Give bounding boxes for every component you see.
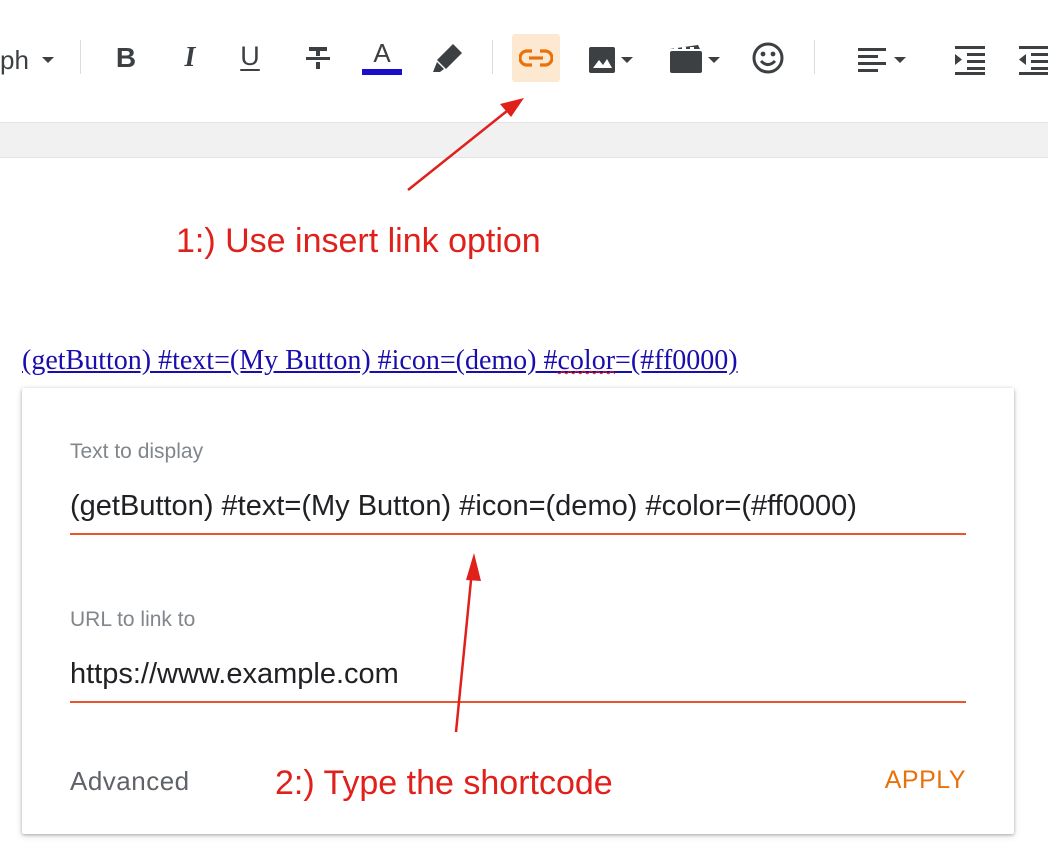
alignment-dropdown[interactable] bbox=[850, 38, 912, 82]
font-color-icon: A bbox=[373, 38, 391, 68]
font-color-button[interactable]: A bbox=[360, 34, 404, 80]
align-icon bbox=[858, 48, 886, 72]
italic-icon: I bbox=[184, 42, 196, 73]
highlight-button[interactable] bbox=[428, 36, 468, 80]
chevron-down-icon bbox=[894, 57, 906, 63]
toolbar-divider bbox=[80, 40, 81, 74]
advanced-button[interactable]: Advanced bbox=[70, 766, 190, 797]
apply-button[interactable]: APPLY bbox=[885, 766, 966, 795]
text-to-display-input[interactable]: (getButton) #text=(My Button) #icon=(dem… bbox=[70, 490, 966, 523]
url-label: URL to link to bbox=[70, 608, 196, 631]
outdent-button[interactable] bbox=[1014, 40, 1048, 80]
paragraph-format-dropdown[interactable]: ph bbox=[0, 38, 55, 82]
link-text-part2: =(#ff0000) bbox=[615, 345, 738, 376]
chevron-down-icon bbox=[708, 57, 720, 63]
insert-link-button[interactable] bbox=[512, 34, 560, 82]
editor-toolbar: ph B I U A bbox=[0, 0, 1048, 118]
strikethrough-icon bbox=[306, 47, 330, 69]
link-text-part1: (getButton) #text=(My Button) #icon=(dem… bbox=[22, 345, 558, 376]
text-to-display-label: Text to display bbox=[70, 440, 204, 463]
bold-icon: B bbox=[115, 42, 137, 73]
outdent-icon bbox=[1019, 46, 1048, 75]
chevron-down-icon bbox=[621, 57, 633, 63]
link-text-misspelled: color bbox=[557, 345, 616, 376]
toolbar-separator-band bbox=[0, 122, 1048, 158]
url-input[interactable]: https://www.example.com bbox=[70, 658, 966, 691]
italic-button[interactable]: I bbox=[172, 36, 208, 80]
indent-icon bbox=[955, 46, 985, 75]
strikethrough-button[interactable] bbox=[300, 36, 336, 80]
bold-button[interactable]: B bbox=[108, 36, 144, 80]
link-icon bbox=[519, 49, 553, 67]
url-underline bbox=[70, 701, 966, 703]
emoji-icon bbox=[752, 42, 784, 74]
indent-button[interactable] bbox=[950, 40, 990, 80]
editor-link-text[interactable]: (getButton) #text=(My Button) #icon=(dem… bbox=[22, 345, 738, 377]
video-icon bbox=[670, 45, 702, 73]
underline-button[interactable]: U bbox=[232, 34, 268, 78]
highlighter-icon bbox=[433, 44, 462, 72]
insert-image-dropdown[interactable] bbox=[582, 38, 638, 82]
image-icon bbox=[589, 47, 615, 73]
insert-video-dropdown[interactable] bbox=[664, 38, 724, 82]
underline-icon: U bbox=[240, 40, 260, 71]
font-color-bar bbox=[362, 69, 402, 75]
annotation-step1: 1:) Use insert link option bbox=[176, 222, 541, 260]
toolbar-divider bbox=[492, 40, 493, 74]
text-to-display-underline bbox=[70, 533, 966, 535]
toolbar-divider bbox=[814, 40, 815, 74]
chevron-down-icon bbox=[41, 57, 54, 63]
paragraph-format-label: ph bbox=[0, 44, 29, 75]
annotation-step2: 2:) Type the shortcode bbox=[275, 764, 613, 802]
insert-emoji-button[interactable] bbox=[748, 38, 788, 78]
